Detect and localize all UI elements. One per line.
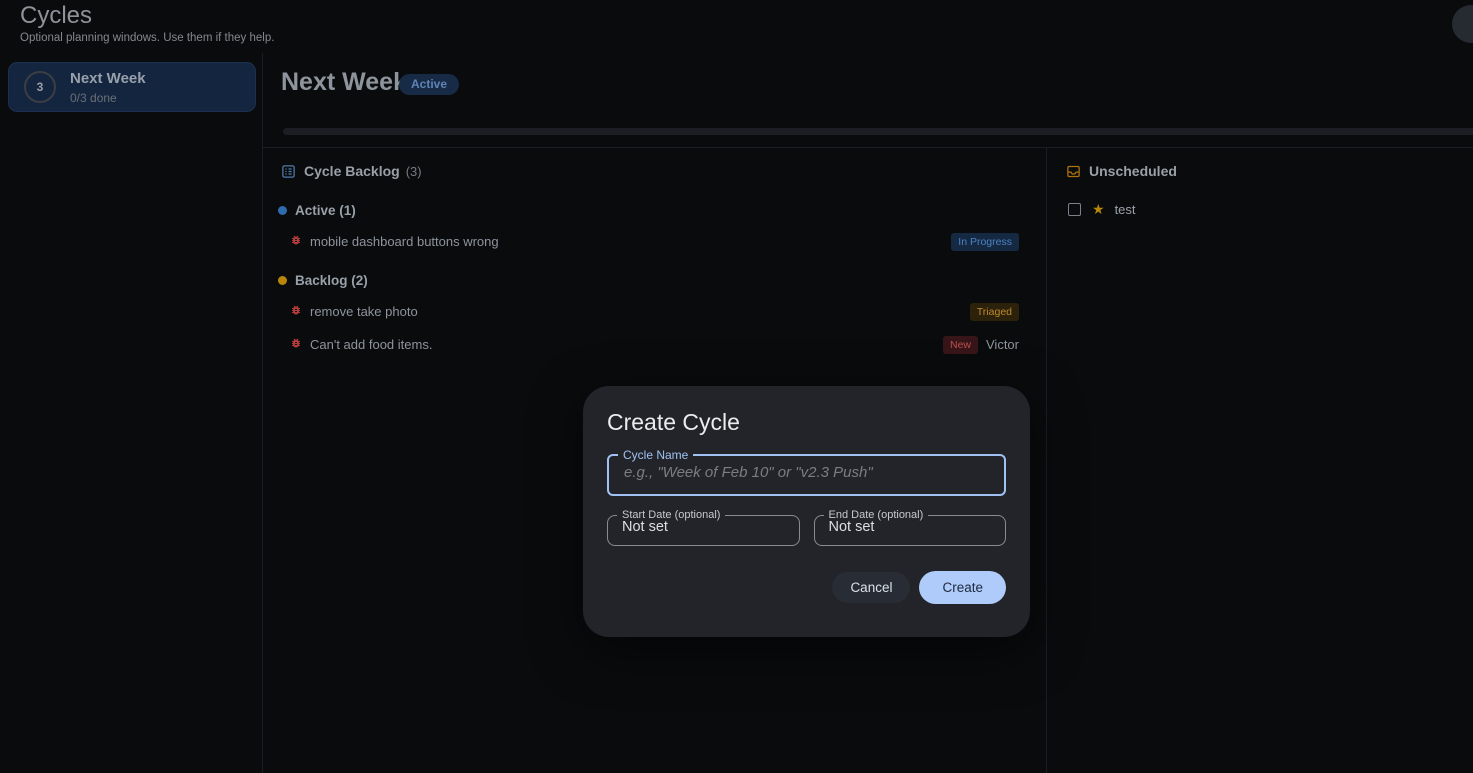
- bug-icon: [290, 303, 302, 321]
- unscheduled-item-title: test: [1115, 202, 1136, 217]
- cycle-title: Next Week: [281, 68, 407, 97]
- status-chip: New: [943, 336, 978, 354]
- backlog-section-header: Cycle Backlog (3): [281, 163, 422, 179]
- bug-icon: [290, 233, 302, 251]
- item-checkbox[interactable]: [1068, 203, 1081, 216]
- cycle-name-input[interactable]: [609, 456, 1004, 488]
- group-active: Active (1): [278, 203, 356, 218]
- end-date-field[interactable]: End Date (optional) Not set: [814, 509, 1007, 546]
- backlog-section-count: (3): [406, 164, 422, 179]
- status-chip: In Progress: [951, 233, 1019, 251]
- header-divider: [262, 147, 1473, 148]
- end-date-value: Not set: [829, 519, 1006, 535]
- bug-icon: [290, 336, 302, 354]
- status-chip: Triaged: [970, 303, 1019, 321]
- list-icon: [281, 164, 296, 179]
- group-active-label: Active (1): [295, 203, 356, 218]
- cycle-progress-bar: [283, 128, 1473, 135]
- task-title: Can't add food items.: [310, 337, 432, 352]
- backlog-section-title: Cycle Backlog: [304, 163, 400, 179]
- task-row[interactable]: mobile dashboard buttons wrong In Progre…: [281, 233, 1019, 250]
- inbox-icon: [1066, 164, 1081, 179]
- cycle-name: Next Week: [70, 70, 146, 87]
- unscheduled-item[interactable]: ★ test: [1068, 202, 1136, 217]
- sidebar-item-next-week[interactable]: 3 Next Week 0/3 done: [8, 62, 256, 112]
- avatar[interactable]: [1452, 5, 1473, 43]
- task-title: remove take photo: [310, 304, 418, 319]
- start-date-value: Not set: [622, 519, 799, 535]
- page-title: Cycles: [20, 2, 92, 30]
- task-row[interactable]: remove take photo Triaged: [281, 303, 1019, 320]
- task-row[interactable]: Can't add food items. New Victor: [281, 336, 1019, 353]
- create-cycle-modal: Create Cycle Cycle Name Start Date (opti…: [583, 386, 1030, 637]
- start-date-field[interactable]: Start Date (optional) Not set: [607, 509, 800, 546]
- task-title: mobile dashboard buttons wrong: [310, 234, 499, 249]
- right-panel-divider: [1046, 148, 1047, 773]
- create-button[interactable]: Create: [919, 571, 1006, 604]
- cycle-name-field: Cycle Name: [607, 448, 1006, 496]
- app-root: Cycles Optional planning windows. Use th…: [0, 0, 1473, 773]
- cycle-progress-text: 0/3 done: [70, 91, 146, 105]
- group-backlog: Backlog (2): [278, 273, 368, 288]
- star-icon[interactable]: ★: [1092, 203, 1105, 216]
- cancel-button[interactable]: Cancel: [832, 572, 910, 603]
- modal-title: Create Cycle: [607, 409, 1006, 436]
- group-backlog-label: Backlog (2): [295, 273, 368, 288]
- status-badge: Active: [399, 74, 459, 95]
- unscheduled-section-title: Unscheduled: [1089, 163, 1177, 179]
- cycle-count-badge: 3: [24, 71, 56, 103]
- page-subtitle: Optional planning windows. Use them if t…: [20, 32, 274, 44]
- assignee-label: Victor: [986, 337, 1019, 352]
- sidebar-divider: [262, 53, 263, 773]
- group-dot-active: [278, 206, 287, 215]
- group-dot-backlog: [278, 276, 287, 285]
- unscheduled-section-header: Unscheduled: [1066, 163, 1177, 179]
